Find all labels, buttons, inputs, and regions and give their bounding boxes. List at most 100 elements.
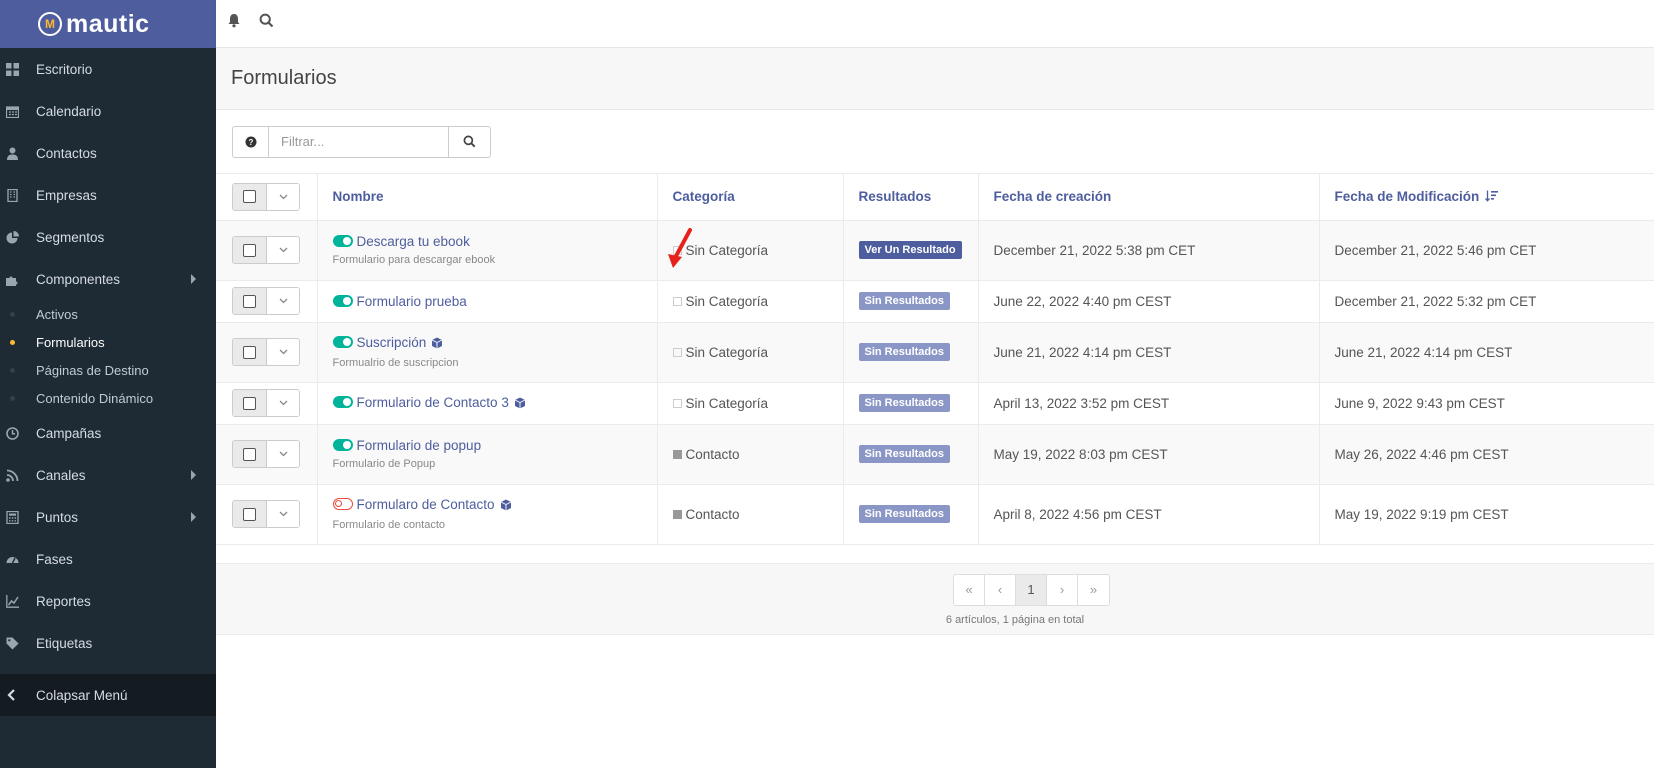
form-name-link[interactable]: Formulario de popup <box>357 438 482 453</box>
sidebar-subnav: Activos Formularios Páginas de Destino Cont… <box>0 300 216 412</box>
created-date-cell: June 21, 2022 4:14 pm CEST <box>978 322 1320 383</box>
last-page-button[interactable]: » <box>1078 575 1109 605</box>
current-page-button[interactable]: 1 <box>1016 574 1047 605</box>
line-chart-icon <box>5 594 19 608</box>
row-checkbox[interactable] <box>233 339 267 365</box>
select-all-control <box>232 182 300 211</box>
sidebar-item-campanas[interactable]: Campañas <box>0 412 216 454</box>
clock-icon <box>5 426 19 440</box>
cube-icon <box>514 397 526 412</box>
column-header-results[interactable]: Resultados <box>843 174 979 221</box>
select-all-checkbox[interactable] <box>233 183 267 210</box>
bullet-icon <box>10 368 15 373</box>
form-name-link[interactable]: Formularo de Contacto <box>357 497 495 512</box>
category-color-icon <box>672 449 682 459</box>
filter-search-button[interactable] <box>449 125 491 158</box>
bulk-actions-dropdown[interactable] <box>267 183 299 210</box>
sidebar-item-reportes[interactable]: Reportes <box>0 580 216 622</box>
row-actions-dropdown[interactable] <box>267 237 299 263</box>
sidebar-subitem-activos[interactable]: Activos <box>0 300 216 328</box>
modified-date-cell: June 21, 2022 4:14 pm CEST <box>1319 322 1654 383</box>
search-icon <box>463 135 476 148</box>
sidebar-item-fases[interactable]: Fases <box>0 538 216 580</box>
chevron-down-icon <box>279 451 287 457</box>
toggle-off-icon[interactable] <box>332 498 353 510</box>
brand-name: mautic <box>66 9 150 38</box>
category-label: Sin Categoría <box>685 395 769 411</box>
created-date-cell: April 8, 2022 4:56 pm CEST <box>978 484 1320 545</box>
sidebar-item-label: Etiquetas <box>36 635 93 651</box>
form-name-link[interactable]: Suscripción <box>357 335 427 350</box>
form-name-link[interactable]: Formulario de Contacto 3 <box>357 395 509 410</box>
sidebar-subitem-formularios[interactable]: Formularios <box>0 328 216 356</box>
row-select-control <box>232 287 300 315</box>
toggle-on-icon[interactable] <box>332 336 353 348</box>
sidebar-subitem-label: Formularios <box>36 334 105 350</box>
form-name-link[interactable]: Descarga tu ebook <box>357 234 470 249</box>
row-actions-dropdown[interactable] <box>267 339 299 365</box>
table-header-row: Nombre Categoría Resultados Fecha de cre… <box>216 174 1654 221</box>
results-badge: Sin Resultados <box>858 505 950 523</box>
bullet-icon <box>10 340 15 345</box>
row-checkbox[interactable] <box>233 237 267 263</box>
filter-input[interactable] <box>269 125 449 158</box>
tachometer-icon <box>5 552 19 566</box>
row-select-control <box>232 440 300 468</box>
prev-page-button[interactable]: ‹ <box>985 574 1016 605</box>
sidebar-item-componentes[interactable]: Componentes <box>0 258 216 300</box>
row-actions-dropdown[interactable] <box>267 390 299 416</box>
sidebar-item-canales[interactable]: Canales <box>0 454 216 496</box>
sidebar-item-calendario[interactable]: Calendario <box>0 90 216 132</box>
results-badge: Sin Resultados <box>858 445 950 463</box>
sidebar-item-label: Reportes <box>36 593 91 609</box>
sidebar-item-label: Segmentos <box>36 229 105 245</box>
row-checkbox[interactable] <box>233 441 267 467</box>
sidebar-item-contactos[interactable]: Contactos <box>0 132 216 174</box>
help-icon[interactable]: ? <box>232 125 269 158</box>
form-description: Formualrio de suscripcion <box>332 357 459 369</box>
category-cell: Contacto <box>657 484 844 545</box>
column-header-created[interactable]: Fecha de creación <box>978 174 1320 221</box>
results-badge: Sin Resultados <box>858 292 950 310</box>
brand-logo-area[interactable]: M mautic <box>0 0 216 48</box>
column-header-name[interactable]: Nombre <box>317 174 658 221</box>
toggle-on-icon[interactable] <box>332 439 353 451</box>
sidebar-item-etiquetas[interactable]: Etiquetas <box>0 622 216 664</box>
row-select-control <box>232 500 300 528</box>
category-label: Sin Categoría <box>685 344 769 360</box>
column-header-modified[interactable]: Fecha de Modificación <box>1319 174 1654 221</box>
sidebar-subitem-paginas-de-destino[interactable]: Páginas de Destino <box>0 356 216 384</box>
row-actions-dropdown[interactable] <box>267 501 299 527</box>
sidebar-item-segmentos[interactable]: Segmentos <box>0 216 216 258</box>
toggle-on-icon[interactable] <box>332 235 353 247</box>
row-actions-dropdown[interactable] <box>267 441 299 467</box>
category-label: Sin Categoría <box>685 293 769 309</box>
toggle-on-icon[interactable] <box>332 294 353 307</box>
row-checkbox[interactable] <box>233 390 267 416</box>
sidebar-item-empresas[interactable]: Empresas <box>0 174 216 216</box>
results-cell: Sin Resultados <box>843 322 979 383</box>
next-page-button[interactable]: › <box>1047 574 1078 605</box>
sidebar-item-puntos[interactable]: Puntos <box>0 496 216 538</box>
column-header-category[interactable]: Categoría <box>657 174 844 221</box>
results-cell: Sin Resultados <box>843 382 979 425</box>
form-name-link[interactable]: Formulario prueba <box>357 294 467 309</box>
modified-date-cell: May 19, 2022 9:19 pm CEST <box>1319 484 1654 545</box>
row-select-cell <box>216 280 318 323</box>
toggle-on-icon[interactable] <box>332 395 353 408</box>
results-badge[interactable]: Ver Un Resultado <box>858 241 962 259</box>
bullet-icon <box>10 312 15 317</box>
calendar-icon <box>5 104 19 118</box>
search-icon[interactable] <box>256 10 276 30</box>
collapse-menu-button[interactable]: Colapsar Menú <box>0 674 216 716</box>
bell-icon[interactable] <box>224 10 244 30</box>
row-checkbox[interactable] <box>233 288 267 314</box>
sidebar-subitem-contenido-dinamico[interactable]: Contenido Dinámico <box>0 384 216 412</box>
row-actions-dropdown[interactable] <box>267 288 299 314</box>
collapse-menu-label: Colapsar Menú <box>36 687 128 703</box>
sidebar-item-escritorio[interactable]: Escritorio <box>0 48 216 90</box>
rss-icon <box>5 468 19 482</box>
row-checkbox[interactable] <box>233 501 267 527</box>
sidebar-item-label: Contactos <box>36 145 97 161</box>
first-page-button[interactable]: « <box>954 574 985 605</box>
